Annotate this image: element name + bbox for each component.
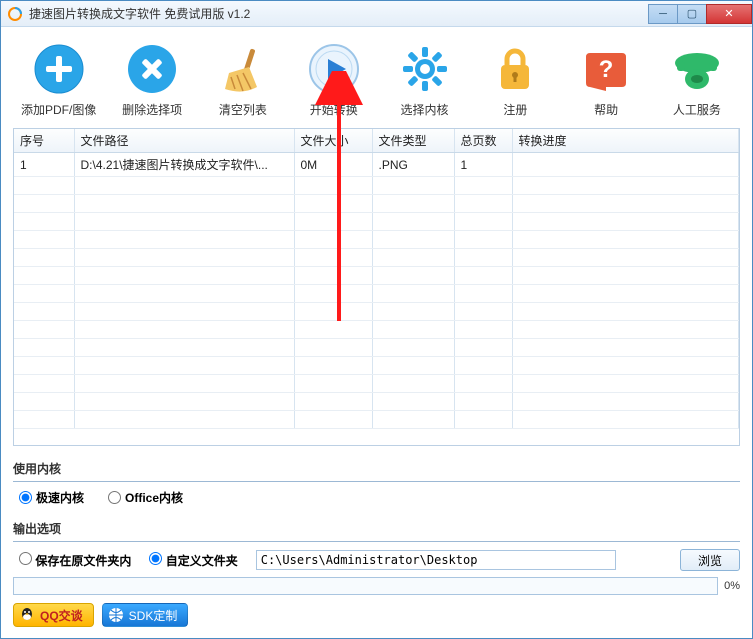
table-row	[14, 249, 739, 267]
help-icon: ?	[580, 43, 632, 95]
register-label: 注册	[503, 101, 527, 118]
lock-icon	[489, 43, 541, 95]
table-row	[14, 213, 739, 231]
add-label: 添加PDF/图像	[21, 101, 96, 118]
output-path-input[interactable]	[256, 550, 616, 570]
service-label: 人工服务	[673, 101, 721, 118]
delete-selection-button[interactable]: 删除选择项	[117, 43, 187, 118]
table-header-row: 序号 文件路径 文件大小 文件类型 总页数 转换进度	[14, 129, 739, 153]
table-row	[14, 267, 739, 285]
progress-percent: 0%	[724, 580, 740, 592]
kernel-label: 选择内核	[401, 101, 449, 118]
output-title: 输出选项	[13, 520, 740, 537]
table-row	[14, 177, 739, 195]
col-progress[interactable]: 转换进度	[512, 129, 739, 153]
close-button[interactable]: ✕	[706, 4, 752, 24]
col-size[interactable]: 文件大小	[294, 129, 372, 153]
table-row	[14, 357, 739, 375]
titlebar: 捷速图片转换成文字软件 免费试用版 v1.2 ─ ▢ ✕	[1, 1, 752, 27]
custom-folder-radio[interactable]: 自定义文件夹	[149, 552, 237, 569]
sdk-button[interactable]: SDK定制	[102, 603, 189, 627]
maximize-button[interactable]: ▢	[677, 4, 707, 24]
table-row	[14, 339, 739, 357]
plus-icon	[33, 43, 85, 95]
table-body: 1D:\4.21\捷速图片转换成文字软件\...0M.PNG1	[14, 153, 739, 429]
qq-chat-button[interactable]: QQ交谈	[13, 603, 94, 627]
col-index[interactable]: 序号	[14, 129, 74, 153]
table-row	[14, 375, 739, 393]
office-kernel-radio[interactable]: Office内核	[108, 489, 183, 506]
svg-text:?: ?	[599, 56, 614, 83]
file-table: 序号 文件路径 文件大小 文件类型 总页数 转换进度 1D:\4.21\捷速图片…	[13, 128, 740, 446]
clear-list-button[interactable]: 清空列表	[208, 43, 278, 118]
clear-label: 清空列表	[219, 101, 267, 118]
table-row	[14, 195, 739, 213]
register-button[interactable]: 注册	[480, 43, 550, 118]
fast-kernel-radio[interactable]: 极速内核	[19, 489, 84, 506]
add-pdf-image-button[interactable]: 添加PDF/图像	[21, 43, 96, 118]
kernel-title: 使用内核	[13, 460, 740, 477]
gear-icon	[399, 43, 451, 95]
table-row	[14, 285, 739, 303]
table-row	[14, 303, 739, 321]
table-row	[14, 231, 739, 249]
start-convert-button[interactable]: 开始转换	[299, 43, 369, 118]
table-row	[14, 411, 739, 429]
table-row	[14, 321, 739, 339]
app-icon	[7, 6, 23, 22]
output-section: 输出选项 保存在原文件夹内 自定义文件夹 浏览 0%	[13, 520, 740, 595]
table-row[interactable]: 1D:\4.21\捷速图片转换成文字软件\...0M.PNG1	[14, 153, 739, 177]
delete-label: 删除选择项	[122, 101, 182, 118]
select-kernel-button[interactable]: 选择内核	[390, 43, 460, 118]
start-label: 开始转换	[310, 101, 358, 118]
play-icon	[308, 43, 360, 95]
kernel-section: 使用内核 极速内核 Office内核	[13, 460, 740, 506]
col-type[interactable]: 文件类型	[372, 129, 454, 153]
col-path[interactable]: 文件路径	[74, 129, 294, 153]
table-row	[14, 393, 739, 411]
col-pages[interactable]: 总页数	[454, 129, 512, 153]
window-controls: ─ ▢ ✕	[649, 4, 752, 24]
minimize-button[interactable]: ─	[648, 4, 678, 24]
globe-icon	[107, 606, 125, 624]
content-area: 添加PDF/图像 删除选择项 清空列表 开始转换	[1, 27, 752, 638]
toolbar: 添加PDF/图像 删除选择项 清空列表 开始转换	[13, 37, 740, 128]
window-title: 捷速图片转换成文字软件 免费试用版 v1.2	[29, 5, 250, 22]
help-label: 帮助	[594, 101, 618, 118]
footer: QQ交谈 SDK定制	[13, 603, 740, 627]
app-window: 捷速图片转换成文字软件 免费试用版 v1.2 ─ ▢ ✕ 添加PDF/图像 删除…	[0, 0, 753, 639]
help-button[interactable]: ? 帮助	[571, 43, 641, 118]
keep-original-radio[interactable]: 保存在原文件夹内	[19, 552, 131, 569]
broom-icon	[217, 43, 269, 95]
phone-icon	[671, 43, 723, 95]
progress-bar	[13, 577, 718, 595]
service-button[interactable]: 人工服务	[662, 43, 732, 118]
browse-button[interactable]: 浏览	[680, 549, 740, 571]
delete-icon	[126, 43, 178, 95]
qq-icon	[18, 606, 36, 624]
